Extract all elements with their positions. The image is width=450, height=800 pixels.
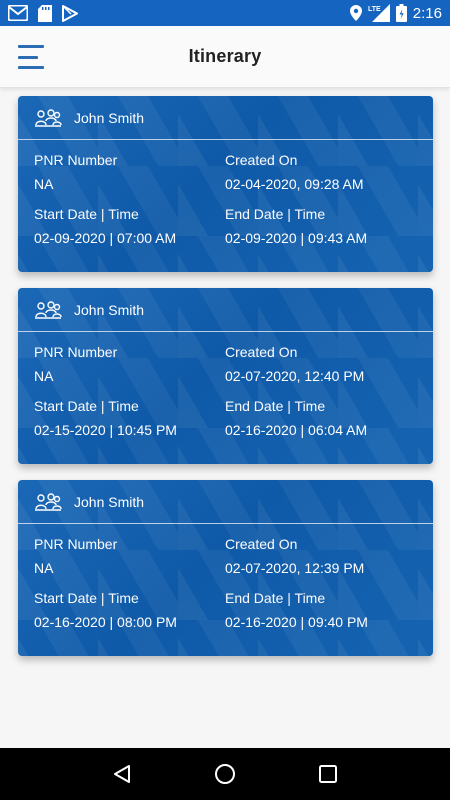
pnr-block: PNR Number NA xyxy=(34,344,225,384)
end-value: 02-16-2020 | 09:40 PM xyxy=(225,614,368,630)
sd-card-icon xyxy=(38,4,52,22)
created-value: 02-07-2020, 12:40 PM xyxy=(225,368,365,384)
itinerary-card[interactable]: John Smith PNR Number NA Created On 02-0… xyxy=(18,96,433,272)
end-block: End Date | Time 02-09-2020 | 09:43 AM xyxy=(225,206,415,246)
back-icon[interactable] xyxy=(102,754,142,794)
navigation-bar xyxy=(0,748,450,800)
itinerary-card[interactable]: John Smith PNR Number NA Created On 02-0… xyxy=(18,480,433,656)
status-left-icons xyxy=(8,4,78,22)
created-block: Created On 02-07-2020, 12:40 PM xyxy=(225,344,415,384)
start-label: Start Date | Time xyxy=(34,590,139,606)
status-right-icons: LTE 2:16 xyxy=(349,4,442,22)
end-label: End Date | Time xyxy=(225,206,326,222)
pnr-value: NA xyxy=(34,368,54,384)
app-bar: Itinerary xyxy=(0,26,450,88)
passenger-name: John Smith xyxy=(74,493,145,510)
lte-signal-icon: LTE xyxy=(368,4,390,22)
status-bar: LTE 2:16 xyxy=(0,0,450,26)
start-value: 02-16-2020 | 08:00 PM xyxy=(34,614,177,630)
created-label: Created On xyxy=(225,536,298,552)
passengers-icon xyxy=(35,300,62,319)
page-title: Itinerary xyxy=(188,46,262,66)
card-header: John Smith xyxy=(18,480,433,524)
play-store-icon xyxy=(62,4,78,22)
start-label: Start Date | Time xyxy=(34,398,139,414)
created-block: Created On 02-04-2020, 09:28 AM xyxy=(225,152,415,192)
pnr-label: PNR Number xyxy=(34,536,118,552)
pnr-value: NA xyxy=(34,176,54,192)
card-details: PNR Number NA Created On 02-07-2020, 12:… xyxy=(18,524,433,630)
end-value: 02-09-2020 | 09:43 AM xyxy=(225,230,368,246)
end-label: End Date | Time xyxy=(225,590,326,606)
created-value: 02-07-2020, 12:39 PM xyxy=(225,560,365,576)
location-icon xyxy=(349,5,362,21)
created-block: Created On 02-07-2020, 12:39 PM xyxy=(225,536,415,576)
itinerary-list: John Smith PNR Number NA Created On 02-0… xyxy=(18,96,433,672)
created-label: Created On xyxy=(225,152,298,168)
end-label: End Date | Time xyxy=(225,398,326,414)
hamburger-menu-icon[interactable] xyxy=(18,45,44,69)
pnr-block: PNR Number NA xyxy=(34,536,225,576)
start-block: Start Date | Time 02-15-2020 | 10:45 PM xyxy=(34,398,225,438)
card-details: PNR Number NA Created On 02-04-2020, 09:… xyxy=(18,140,433,246)
card-header: John Smith xyxy=(18,96,433,140)
end-value: 02-16-2020 | 06:04 AM xyxy=(225,422,368,438)
pnr-block: PNR Number NA xyxy=(34,152,225,192)
start-block: Start Date | Time 02-16-2020 | 08:00 PM xyxy=(34,590,225,630)
created-value: 02-04-2020, 09:28 AM xyxy=(225,176,364,192)
pnr-label: PNR Number xyxy=(34,344,118,360)
passenger-name: John Smith xyxy=(74,301,145,318)
menu-line xyxy=(18,55,38,59)
recents-icon[interactable] xyxy=(308,754,348,794)
menu-line xyxy=(18,45,44,48)
created-label: Created On xyxy=(225,344,298,360)
card-details: PNR Number NA Created On 02-07-2020, 12:… xyxy=(18,332,433,438)
battery-icon xyxy=(395,4,407,22)
start-value: 02-09-2020 | 07:00 AM xyxy=(34,230,177,246)
passengers-icon xyxy=(35,108,62,127)
card-header: John Smith xyxy=(18,288,433,332)
start-label: Start Date | Time xyxy=(34,206,139,222)
end-block: End Date | Time 02-16-2020 | 06:04 AM xyxy=(225,398,415,438)
itinerary-card[interactable]: John Smith PNR Number NA Created On 02-0… xyxy=(18,288,433,464)
pnr-label: PNR Number xyxy=(34,152,118,168)
start-block: Start Date | Time 02-09-2020 | 07:00 AM xyxy=(34,206,225,246)
end-block: End Date | Time 02-16-2020 | 09:40 PM xyxy=(225,590,415,630)
passengers-icon xyxy=(35,492,62,511)
gmail-icon xyxy=(8,5,28,21)
home-icon[interactable] xyxy=(205,754,245,794)
svg-text:LTE: LTE xyxy=(368,6,381,13)
pnr-value: NA xyxy=(34,560,54,576)
status-time: 2:16 xyxy=(412,4,442,22)
passenger-name: John Smith xyxy=(74,109,145,126)
start-value: 02-15-2020 | 10:45 PM xyxy=(34,422,177,438)
menu-line xyxy=(18,66,44,69)
